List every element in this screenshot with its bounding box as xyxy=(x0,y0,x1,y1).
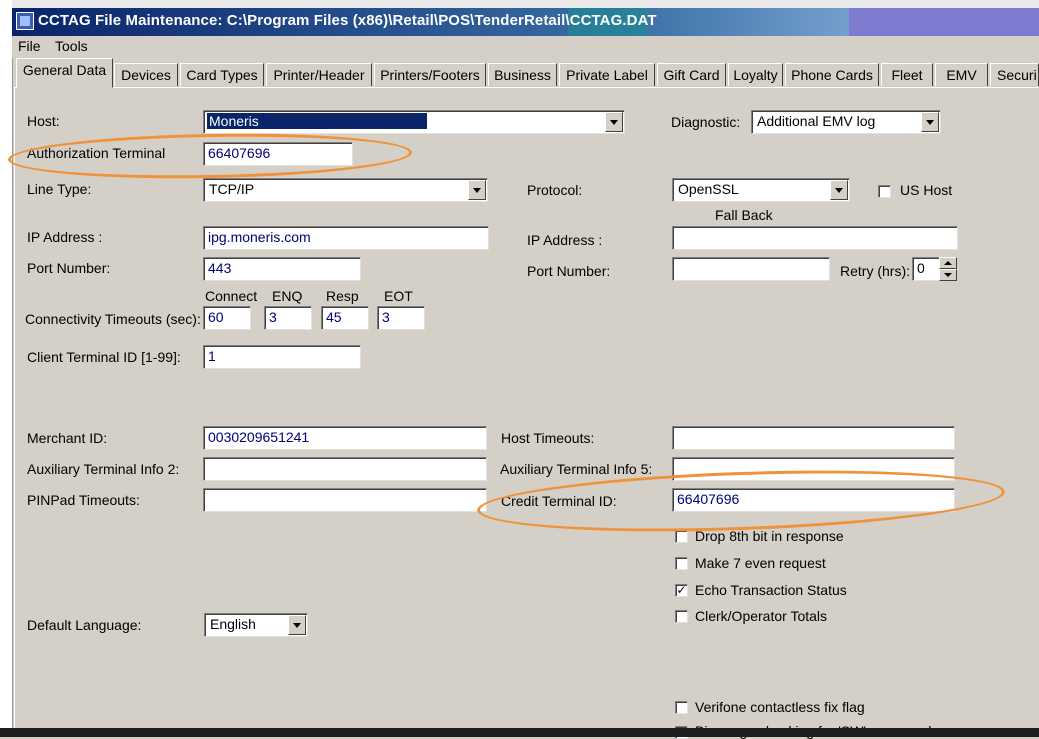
aux-info-2-field[interactable] xyxy=(203,457,487,481)
us-host-checkbox[interactable] xyxy=(878,185,891,198)
echo-status-checkbox[interactable]: ✓ xyxy=(675,584,688,597)
enq-label: ENQ xyxy=(272,288,303,304)
checkmark-icon: ✓ xyxy=(676,583,687,597)
protocol-value: OpenSSL xyxy=(678,181,739,197)
eot-label: EOT xyxy=(384,288,413,304)
spin-down-icon[interactable] xyxy=(939,269,957,281)
tab-printers-footers[interactable]: Printers/Footers xyxy=(374,63,486,86)
us-host-label: US Host xyxy=(900,182,953,198)
line-type-value: TCP/IP xyxy=(209,181,255,197)
diagnostic-label: Diagnostic: xyxy=(671,114,741,130)
default-language-label: Default Language: xyxy=(27,617,142,633)
chevron-down-icon[interactable] xyxy=(468,180,486,200)
host-timeouts-field[interactable] xyxy=(672,426,955,450)
fallback-ip-label: IP Address : xyxy=(527,232,603,248)
default-language-value: English xyxy=(210,616,256,632)
background-window-edge xyxy=(0,0,13,737)
menu-tools[interactable]: Tools xyxy=(55,38,88,54)
tab-business[interactable]: Business xyxy=(488,63,557,86)
connect-label: Connect xyxy=(205,288,258,304)
background-window-strip xyxy=(12,0,1039,8)
tab-phone-cards[interactable]: Phone Cards xyxy=(785,63,879,86)
tab-devices[interactable]: Devices xyxy=(114,63,178,86)
retry-field[interactable]: 0 xyxy=(912,257,940,281)
fallback-heading: Fall Back xyxy=(715,207,773,223)
line-type-label: Line Type: xyxy=(27,181,92,197)
tab-security[interactable]: Securi xyxy=(990,63,1039,86)
aux-info-2-label: Auxiliary Terminal Info 2: xyxy=(27,461,180,477)
tab-loyalty[interactable]: Loyalty xyxy=(728,63,783,86)
drop-8th-bit-checkbox[interactable] xyxy=(675,530,688,543)
tab-fleet[interactable]: Fleet xyxy=(881,63,933,86)
tab-general-data[interactable]: General Data xyxy=(16,58,113,88)
host-label: Host: xyxy=(27,113,60,129)
clerk-totals-label: Clerk/Operator Totals xyxy=(695,608,828,624)
host-value: Moneris xyxy=(207,113,427,129)
chevron-down-icon[interactable] xyxy=(921,112,939,132)
pinpad-timeouts-label: PINPad Timeouts: xyxy=(27,492,140,508)
port-number-label: Port Number: xyxy=(27,260,111,276)
make-7-even-checkbox[interactable] xyxy=(675,557,688,570)
protocol-select[interactable]: OpenSSL xyxy=(672,178,850,202)
pinpad-timeouts-field[interactable] xyxy=(203,488,487,512)
fallback-ip-field[interactable] xyxy=(672,226,958,250)
host-select[interactable]: Moneris xyxy=(203,110,625,134)
tab-card-types[interactable]: Card Types xyxy=(180,63,264,86)
enq-timeout-field[interactable]: 3 xyxy=(264,306,312,330)
ip-address-field[interactable]: ipg.moneris.com xyxy=(203,226,489,250)
diagnostic-select[interactable]: Additional EMV log xyxy=(751,110,941,134)
line-type-select[interactable]: TCP/IP xyxy=(203,178,488,202)
echo-status-label: Echo Transaction Status xyxy=(695,582,847,598)
merchant-id-field[interactable]: 0030209651241 xyxy=(203,426,487,450)
client-terminal-label: Client Terminal ID [1-99]: xyxy=(27,349,181,365)
tab-gift-card[interactable]: Gift Card xyxy=(657,63,726,86)
host-timeouts-label: Host Timeouts: xyxy=(501,430,595,446)
clerk-totals-checkbox[interactable] xyxy=(675,610,688,623)
resp-label: Resp xyxy=(326,288,359,304)
tab-printer-header[interactable]: Printer/Header xyxy=(266,63,372,86)
verifone-label: Verifone contactless fix flag xyxy=(695,699,865,715)
resp-timeout-field[interactable]: 45 xyxy=(321,306,369,330)
ip-address-label: IP Address : xyxy=(27,229,103,245)
spin-up-icon[interactable] xyxy=(939,257,957,269)
port-number-field[interactable]: 443 xyxy=(203,257,361,281)
window-title: CCTAG File Maintenance: C:\Program Files… xyxy=(38,12,657,29)
fallback-port-label: Port Number: xyxy=(527,263,611,279)
connect-timeout-field[interactable]: 60 xyxy=(203,306,251,330)
protocol-label: Protocol: xyxy=(527,182,583,198)
fallback-port-field[interactable] xyxy=(672,257,830,281)
tab-emv[interactable]: EMV xyxy=(935,63,988,86)
default-language-select[interactable]: English xyxy=(204,613,308,637)
menu-file[interactable]: File xyxy=(18,38,41,54)
tab-private-label[interactable]: Private Label xyxy=(559,63,655,86)
chevron-down-icon[interactable] xyxy=(830,180,848,200)
app-icon xyxy=(16,12,34,30)
client-terminal-field[interactable]: 1 xyxy=(203,345,361,369)
retry-label: Retry (hrs): xyxy=(840,263,910,279)
eot-timeout-field[interactable]: 3 xyxy=(377,306,425,330)
taskbar-edge xyxy=(0,728,1039,737)
diagnostic-value: Additional EMV log xyxy=(757,113,876,129)
chevron-down-icon[interactable] xyxy=(288,615,306,635)
make-7-even-label: Make 7 even request xyxy=(695,555,826,571)
chevron-down-icon[interactable] xyxy=(605,112,623,132)
menu-bar xyxy=(12,36,1039,58)
aux-info-5-label: Auxiliary Terminal Info 5: xyxy=(500,461,653,477)
connectivity-timeouts-label: Connectivity Timeouts (sec): xyxy=(25,311,201,327)
retry-spinner[interactable] xyxy=(939,257,957,281)
verifone-checkbox[interactable] xyxy=(675,701,688,714)
merchant-id-label: Merchant ID: xyxy=(27,430,108,446)
